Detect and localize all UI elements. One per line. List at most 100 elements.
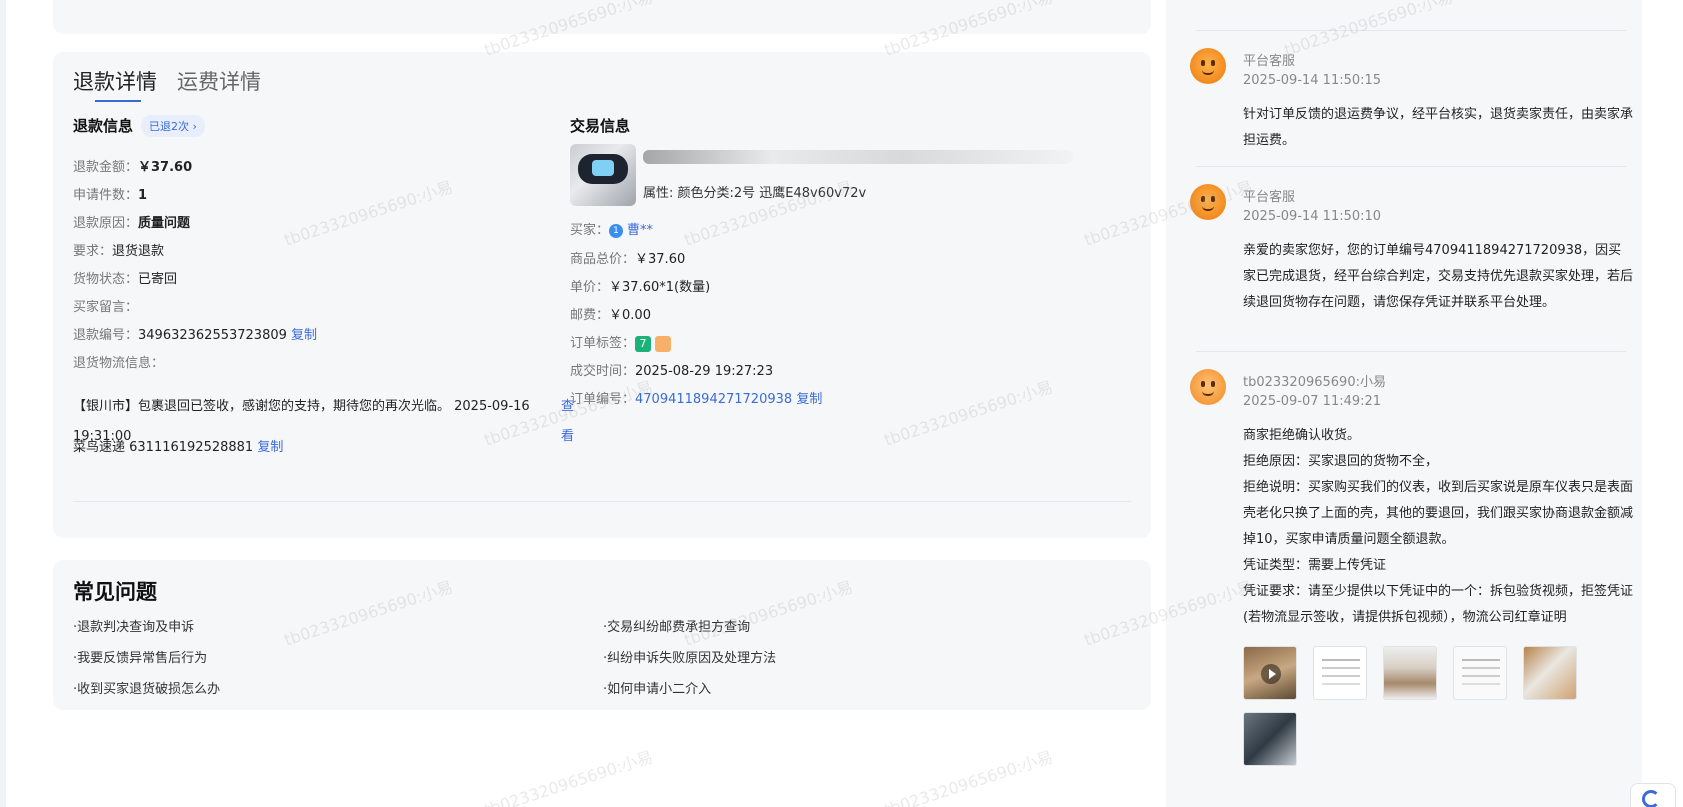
left-edge-strip	[0, 0, 6, 807]
refund-info-title: 退款信息	[73, 117, 134, 135]
unit-price-value: ￥37.60*1(数量)	[609, 280, 711, 295]
buyer-message-label: 买家留言：	[73, 300, 139, 315]
service-tag-icon	[655, 335, 672, 352]
avatar-mouth	[1202, 391, 1214, 396]
goods-status-value: 已寄回	[138, 272, 178, 287]
faq-item[interactable]: ·如何申请小二介入	[603, 678, 711, 697]
avatar-eye	[1201, 381, 1205, 387]
refund-amount-row: 退款金额：￥37.60	[73, 156, 192, 175]
order-tags-row: 订单标签： 7	[570, 332, 675, 352]
refund-count-badge-label: 已退2次	[149, 120, 189, 133]
requirement-value: 退货退款	[112, 244, 165, 259]
copy-refund-no-button[interactable]: 复制	[291, 328, 317, 343]
unit-price-row: 单价：￥37.60*1(数量)	[570, 276, 710, 295]
copy-tracking-no-button[interactable]: 复制	[257, 440, 283, 455]
evidence-image-thumbnail[interactable]	[1313, 646, 1367, 700]
avatar-mouth	[1202, 206, 1214, 211]
evidence-image-thumbnail[interactable]	[1453, 646, 1507, 700]
buyer-name-link[interactable]: 曹**	[627, 223, 653, 238]
faq-title: 常见问题	[73, 580, 157, 604]
order-no-label: 订单编号：	[570, 392, 636, 407]
faq-item[interactable]: ·我要反馈异常售后行为	[73, 647, 207, 666]
customer-service-button[interactable]	[1630, 783, 1676, 807]
faq-item[interactable]: ·纠纷申诉失败原因及处理方法	[603, 647, 776, 666]
message-body: 商家拒绝确认收货。 拒绝原因：买家退回的货物不全， 拒绝说明：买家购买我们的仪表…	[1243, 423, 1633, 631]
refund-no-row: 退款编号：349632362553723809 复制	[73, 324, 317, 343]
product-attributes: 属性: 颜色分类:2号 迅鹰E48v60v72v	[643, 186, 867, 201]
message-line: 拒绝原因：买家退回的货物不全，	[1243, 454, 1439, 469]
faq-item[interactable]: ·退款判决查询及申诉	[73, 616, 194, 635]
deal-time-value: 2025-08-29 19:27:23	[635, 364, 774, 379]
evidence-image-thumbnail[interactable]	[1383, 646, 1437, 700]
evidence-image-thumbnail[interactable]	[1243, 712, 1297, 766]
tab-refund-detail[interactable]: 退款详情	[73, 66, 157, 102]
message-line: 商家拒绝确认收货。	[1243, 428, 1361, 443]
faq-item[interactable]: ·交易纠纷邮费承担方查询	[603, 616, 750, 635]
avatar-mouth	[1202, 70, 1214, 75]
message-line: 拒绝说明：买家购买我们的仪表，收到后买家说是原车仪表只是表面壳老化只换了上面的壳…	[1243, 480, 1634, 547]
avatar-eye	[1201, 196, 1205, 202]
message-time: 2025-09-14 11:50:15	[1243, 73, 1382, 88]
carrier-row: 菜鸟速递 631116192528881 复制	[73, 436, 283, 455]
evidence-image-thumbnail[interactable]	[1523, 646, 1577, 700]
faq-card: 常见问题 ·退款判决查询及申诉 ·交易纠纷邮费承担方查询 ·我要反馈异常售后行为…	[53, 560, 1151, 710]
total-price-label: 商品总价：	[570, 252, 636, 267]
message-separator	[1196, 166, 1626, 167]
avatar-eye	[1211, 60, 1215, 66]
product-title-redacted	[643, 150, 1073, 164]
dashboard-graphic	[578, 154, 628, 184]
message-sender: 平台客服	[1243, 54, 1296, 69]
tab-active-indicator	[95, 100, 141, 102]
message-sender: 平台客服	[1243, 190, 1296, 205]
order-no-link[interactable]: 4709411894271720938	[635, 392, 792, 407]
platform-service-avatar	[1190, 48, 1226, 84]
faq-item[interactable]: ·收到买家退货破损怎么办	[73, 678, 220, 697]
evidence-video-thumbnail[interactable]	[1243, 646, 1297, 700]
postage-label: 邮费：	[570, 308, 610, 323]
unit-price-label: 单价：	[570, 280, 610, 295]
watermark: tb023320965690:小易	[881, 747, 1056, 807]
tab-shipping-detail-label: 运费详情	[177, 70, 261, 94]
message-time: 2025-09-14 11:50:10	[1243, 209, 1382, 224]
return-logistics-row: 退货物流信息：	[73, 352, 164, 371]
refund-reason-label: 退款原因：	[73, 216, 139, 231]
message-body: 针对订单反馈的退运费争议，经平台核实，退货卖家责任，由卖家承担运费。	[1243, 107, 1634, 148]
watermark: tb023320965690:小易	[481, 747, 656, 807]
chat-icon	[1642, 790, 1660, 807]
platform-service-avatar	[1190, 184, 1226, 220]
tab-shipping-detail[interactable]: 运费详情	[177, 66, 261, 102]
requirement-row: 要求：退货退款	[73, 240, 164, 259]
message-separator	[1196, 351, 1626, 352]
buyer-level-icon: 1	[609, 223, 624, 238]
avatar-eye	[1211, 196, 1215, 202]
buyer-message-row: 买家留言：	[73, 296, 138, 315]
goods-status-row: 货物状态：已寄回	[73, 268, 177, 287]
order-tags-label: 订单标签：	[570, 336, 636, 351]
postage-value: ￥0.00	[609, 308, 651, 323]
goods-status-label: 货物状态：	[73, 272, 139, 287]
play-icon	[1261, 664, 1281, 684]
refund-no-value: 349632362553723809	[138, 328, 287, 343]
product-image[interactable]	[570, 144, 636, 206]
copy-order-no-button[interactable]: 复制	[796, 392, 822, 407]
tab-refund-detail-label: 退款详情	[73, 70, 157, 94]
top-card-fragment	[53, 0, 1151, 34]
seven-day-return-tag-icon: 7	[635, 335, 652, 352]
message-line: 凭证要求：请至少提供以下凭证中的一个：拆包验货视频，拒签凭证(若物流显示签收，请…	[1243, 584, 1634, 625]
refund-reason-row: 退款原因：质量问题	[73, 212, 190, 231]
trade-info-title: 交易信息	[570, 117, 631, 135]
total-price-row: 商品总价：￥37.60	[570, 248, 685, 267]
apply-qty-row: 申请件数：1	[73, 184, 147, 203]
refund-count-badge[interactable]: 已退2次 ›	[141, 115, 205, 137]
avatar-eye	[1211, 381, 1215, 387]
deal-time-label: 成交时间：	[570, 364, 636, 379]
apply-qty-value: 1	[138, 188, 148, 203]
refund-detail-card: 退款详情 运费详情 退款信息 已退2次 › 退款金额：￥37.60 申请件数：1…	[53, 52, 1151, 538]
total-price-value: ￥37.60	[635, 252, 686, 267]
avatar-eye	[1201, 60, 1205, 66]
message-time: 2025-09-07 11:49:21	[1243, 394, 1382, 409]
return-logistics-label: 退货物流信息：	[73, 356, 165, 371]
buyer-row: 买家： 1 曹**	[570, 219, 653, 238]
requirement-label: 要求：	[73, 244, 113, 259]
apply-qty-label: 申请件数：	[73, 188, 139, 203]
